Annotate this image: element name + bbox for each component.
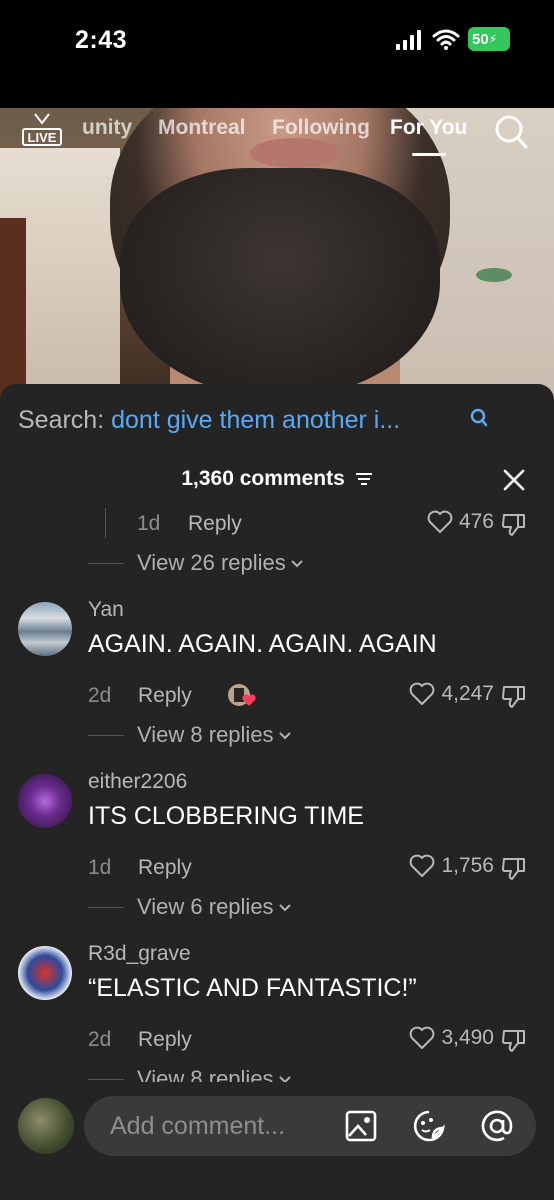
avatar[interactable]	[18, 602, 72, 656]
battery-level: 50	[472, 30, 489, 48]
reply-button[interactable]: Reply	[138, 1028, 192, 1052]
comment-text: ITS CLOBBERING TIME	[88, 802, 364, 830]
live-label: LIVE	[22, 128, 62, 146]
emoji-icon[interactable]	[412, 1109, 446, 1143]
view-replies-button[interactable]: View 8 replies	[0, 720, 554, 750]
comments-panel: Search: dont give them another i... 1,36…	[0, 384, 554, 1200]
active-tab-indicator	[412, 153, 446, 156]
comment-time: 1d	[137, 512, 161, 535]
comment-text: “ELASTIC AND FANTASTIC!”	[88, 974, 417, 1002]
reply-button[interactable]: Reply	[138, 856, 192, 880]
add-comment-input[interactable]: Add comment...	[84, 1096, 536, 1156]
mention-icon[interactable]	[480, 1109, 514, 1143]
view-replies-label: View 6 replies	[137, 894, 274, 919]
tab-community[interactable]: unity	[82, 116, 132, 140]
like-count: 4,247	[441, 682, 494, 705]
comment-username[interactable]: either2206	[88, 770, 187, 794]
comment-time: 2d	[88, 1028, 112, 1051]
live-button[interactable]: LIVE	[22, 113, 64, 148]
reply-button[interactable]: Reply	[188, 512, 242, 536]
comments-list[interactable]: 1d Reply 476 View 26 replies Yan AGAIN. …	[0, 504, 554, 1084]
like-count: 1,756	[441, 854, 494, 877]
tab-for-you[interactable]: For You	[390, 116, 467, 140]
comment-meta-row: 2d Reply 4,247	[0, 680, 554, 714]
like-button[interactable]: 3,490	[409, 1026, 494, 1050]
search-mini-icon[interactable]	[470, 408, 488, 428]
heart-icon	[410, 682, 435, 705]
chevron-down-icon	[278, 732, 291, 740]
top-nav: LIVE unity Montreal Following For You	[0, 108, 554, 156]
view-replies-button[interactable]: View 26 replies	[0, 548, 554, 578]
like-button[interactable]: 1,756	[409, 854, 494, 878]
signal-icon	[396, 30, 421, 50]
reply-button[interactable]: Reply	[138, 684, 192, 708]
view-replies-label: View 8 replies	[137, 722, 274, 747]
comment-time: 1d	[88, 856, 112, 879]
battery-icon: 50 ⚡	[468, 27, 510, 51]
avatar[interactable]	[18, 946, 72, 1000]
chevron-down-icon	[291, 560, 303, 568]
like-count: 3,490	[441, 1026, 494, 1049]
image-icon[interactable]	[344, 1109, 378, 1143]
like-button[interactable]: 4,247	[409, 682, 494, 706]
view-replies-label: View 26 replies	[137, 550, 286, 575]
chevron-down-icon	[278, 904, 291, 912]
heart-icon	[410, 854, 435, 877]
close-icon[interactable]	[502, 468, 526, 492]
tv-antenna-icon	[34, 113, 50, 125]
search-label: Search:	[18, 406, 112, 434]
comment-meta-row: 2d Reply 3,490	[0, 1024, 554, 1058]
comments-count-header[interactable]: 1,360 comments	[0, 467, 554, 491]
comment-meta-row: 1d Reply 1,756	[0, 852, 554, 886]
comment-input-bar: Add comment...	[0, 1082, 554, 1200]
tab-following[interactable]: Following	[272, 116, 370, 140]
comments-count: 1,360 comments	[181, 467, 345, 490]
heart-icon	[410, 1026, 435, 1049]
dislike-icon[interactable]	[500, 512, 528, 538]
comment-meta-row: 1d Reply 476	[0, 508, 554, 542]
search-suggestion[interactable]: Search: dont give them another i...	[18, 406, 400, 435]
like-button[interactable]: 476	[427, 510, 494, 534]
comment-text: AGAIN. AGAIN. AGAIN. AGAIN	[88, 630, 437, 658]
avatar[interactable]	[18, 774, 72, 828]
creator-liked-icon	[228, 684, 256, 706]
tab-montreal[interactable]: Montreal	[158, 116, 246, 140]
heart-icon	[427, 510, 453, 533]
comment-username[interactable]: R3d_grave	[88, 942, 191, 966]
status-time: 2:43	[75, 26, 128, 54]
sort-icon[interactable]	[355, 472, 373, 486]
comment-username[interactable]: Yan	[88, 598, 124, 622]
wifi-icon	[432, 29, 460, 50]
my-avatar	[18, 1098, 74, 1154]
search-query[interactable]: dont give them another i...	[111, 406, 400, 434]
comment-placeholder: Add comment...	[110, 1112, 286, 1140]
dislike-icon[interactable]	[500, 1028, 528, 1054]
dislike-icon[interactable]	[500, 856, 528, 882]
dislike-icon[interactable]	[500, 684, 528, 710]
like-count: 476	[458, 510, 494, 533]
search-icon[interactable]	[494, 114, 528, 150]
view-replies-button[interactable]: View 8 replies	[0, 1064, 554, 1084]
view-replies-button[interactable]: View 6 replies	[0, 892, 554, 922]
comment-time: 2d	[88, 684, 112, 707]
status-bar: 2:43 50 ⚡	[0, 0, 554, 108]
